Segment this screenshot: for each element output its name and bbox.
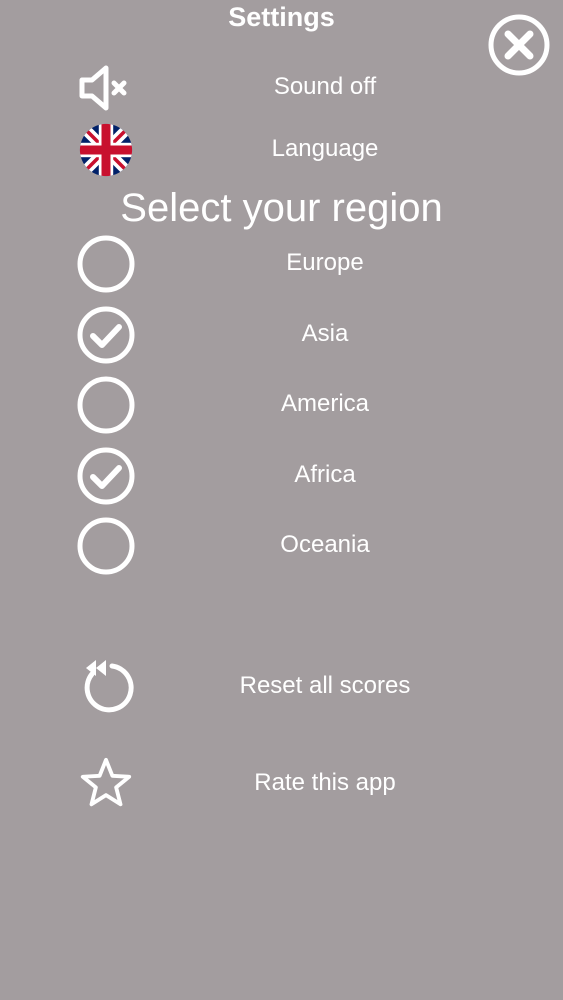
sound-toggle-button[interactable] xyxy=(76,58,136,118)
region-label[interactable]: Europe xyxy=(148,248,502,278)
region-label[interactable]: Africa xyxy=(148,460,502,490)
checked-circle-icon xyxy=(77,306,135,364)
empty-circle-icon xyxy=(77,517,135,575)
empty-circle-icon xyxy=(77,376,135,434)
close-icon xyxy=(488,14,550,76)
checked-circle-icon xyxy=(77,447,135,505)
reset-icon xyxy=(84,660,134,713)
reset-scores-label[interactable]: Reset all scores xyxy=(148,671,502,701)
region-label[interactable]: Asia xyxy=(148,319,502,349)
region-checkbox[interactable] xyxy=(76,516,136,576)
sound-off-label[interactable]: Sound off xyxy=(148,72,502,102)
language-button[interactable] xyxy=(76,120,136,180)
speaker-muted-icon xyxy=(79,65,127,111)
rate-button[interactable] xyxy=(76,754,136,814)
region-label[interactable]: Oceania xyxy=(148,530,502,560)
region-checkbox[interactable] xyxy=(76,305,136,365)
star-icon xyxy=(80,757,132,807)
region-checkbox[interactable] xyxy=(76,446,136,506)
page-title: Settings xyxy=(228,2,335,32)
reset-button[interactable] xyxy=(76,656,136,716)
empty-circle-icon xyxy=(77,235,135,293)
region-heading: Select your region xyxy=(120,186,443,230)
close-button[interactable] xyxy=(487,13,551,77)
rate-app-label[interactable]: Rate this app xyxy=(148,768,502,798)
language-label[interactable]: Language xyxy=(148,134,502,164)
uk-flag-icon xyxy=(79,123,133,177)
region-label[interactable]: America xyxy=(148,389,502,419)
region-checkbox[interactable] xyxy=(76,375,136,435)
region-checkbox[interactable] xyxy=(76,234,136,294)
